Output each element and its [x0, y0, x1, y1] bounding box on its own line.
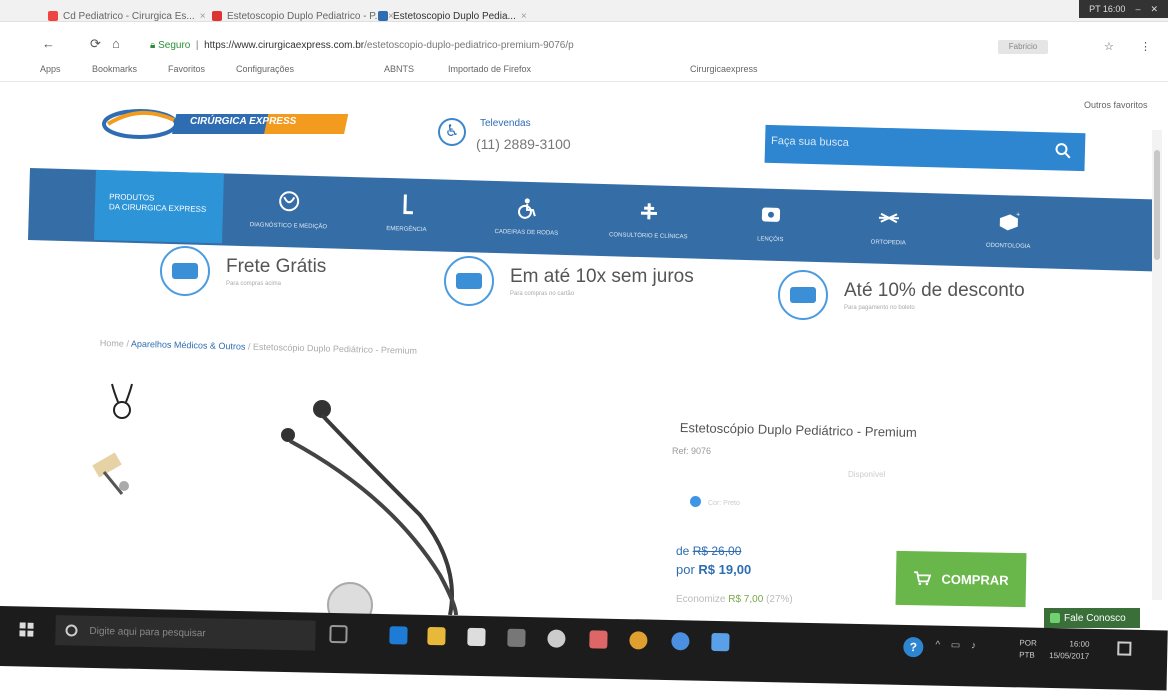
close-window-icon[interactable]: ✕: [1150, 4, 1158, 15]
box-icon: +: [999, 212, 1020, 231]
nav-item-ortopedia[interactable]: Ortopedia: [828, 190, 950, 263]
browser-tab[interactable]: Cd Pediatrico - Cirurgica Es... ×: [48, 6, 206, 26]
browser-tab-strip: Cd Pediatrico - Cirurgica Es... × Esteto…: [0, 0, 1168, 22]
chrome-icon[interactable]: [629, 631, 648, 650]
task-view-icon[interactable]: [329, 624, 348, 644]
app-icon[interactable]: [589, 630, 608, 649]
star-icon[interactable]: ☆: [1104, 40, 1114, 53]
windows-start-icon[interactable]: [19, 622, 34, 637]
nav-item-odontologia[interactable]: + Odontologia: [948, 194, 1070, 267]
profile-button[interactable]: Fabricio: [998, 40, 1048, 54]
taskbar-search[interactable]: Digite aqui para pesquisar: [55, 615, 316, 651]
buy-button[interactable]: COMPRAR: [895, 550, 1027, 608]
edge-icon[interactable]: [389, 626, 408, 645]
truck-icon: [160, 246, 210, 296]
bookmark-item[interactable]: Bookmarks: [92, 64, 137, 74]
accessibility-icon: ♿︎: [438, 118, 466, 146]
windows-taskbar: Digite aqui para pesquisar ? ^ ▭ ♪ POR P…: [0, 606, 1168, 691]
product-title: Estetoscópio Duplo Pediátrico - Premium: [679, 420, 917, 440]
app-icon[interactable]: [671, 632, 690, 651]
system-tray-icons[interactable]: ^ ▭ ♪: [935, 640, 980, 652]
breadcrumb: Home / Aparelhos Médicos & Outros / Este…: [99, 338, 418, 356]
bookmark-item[interactable]: Cirurgicaexpress: [690, 64, 758, 74]
scrollbar-thumb[interactable]: [1154, 150, 1160, 260]
taskbar-clock[interactable]: 16:00 15/05/2017: [1049, 638, 1090, 663]
hp-icon[interactable]: [547, 629, 566, 648]
price-new: por R$ 19,00: [676, 562, 752, 577]
home-icon[interactable]: ⌂: [112, 36, 120, 51]
breadcrumb-current: Estetoscópio Duplo Pediátrico - Premium: [252, 341, 418, 356]
search-icon[interactable]: [1055, 142, 1071, 159]
availability-text: Disponível: [848, 470, 886, 479]
close-icon[interactable]: ×: [521, 11, 527, 22]
search-bar: [764, 124, 1086, 172]
breadcrumb-home[interactable]: Home: [100, 338, 124, 349]
exam-table-icon: [640, 203, 658, 220]
sheet-icon: [761, 207, 781, 222]
chat-icon: [1050, 613, 1060, 623]
phone-number[interactable]: (11) 2889-3100: [476, 136, 571, 152]
nav-item-consultorio[interactable]: Consultório e Clínicas: [588, 184, 710, 257]
language-indicator[interactable]: POR PTB: [1019, 637, 1037, 661]
close-icon[interactable]: ×: [200, 11, 206, 22]
stethoscope-icon: [279, 191, 300, 212]
color-option[interactable]: [690, 496, 701, 507]
window-controls[interactable]: PT 16:00 – ✕: [1079, 0, 1168, 18]
nav-item-diagnostico[interactable]: Diagnóstico e Medição: [228, 174, 350, 247]
color-label: Cor: Preto: [708, 500, 740, 507]
wheelchair-icon: [517, 198, 536, 219]
nav-item-cadeiras[interactable]: Cadeiras de Rodas: [466, 180, 588, 253]
product-ref: Ref: 9076: [672, 446, 712, 456]
site-favicon-icon: [212, 11, 222, 21]
benefit-parcelamento: Em até 10x sem juros Para compras no car…: [444, 256, 694, 306]
benefit-frete: Frete Grátis Para compras acima: [160, 246, 326, 296]
price-old: de R$ 26,00: [676, 544, 742, 558]
bookmark-item[interactable]: Importado de Firefox: [448, 64, 531, 74]
site-favicon-icon: [48, 11, 58, 21]
economy-text: Economize R$ 7,00 (27%): [676, 594, 793, 605]
back-icon[interactable]: ←: [42, 36, 55, 51]
search-input[interactable]: [770, 134, 1042, 155]
credit-card-icon: [444, 256, 494, 306]
page-scrollbar[interactable]: [1152, 130, 1162, 600]
help-icon[interactable]: ?: [903, 636, 924, 658]
cortana-icon: [65, 624, 78, 637]
bookmark-item[interactable]: Favoritos: [168, 64, 205, 74]
bookmark-item[interactable]: Configurações: [236, 64, 294, 74]
menu-icon[interactable]: ⋮: [1140, 40, 1151, 53]
store-icon[interactable]: [467, 627, 486, 647]
svg-text:+: +: [1016, 212, 1020, 219]
cart-icon: [914, 571, 932, 586]
bookmark-item[interactable]: ABNTS: [384, 64, 414, 74]
bed-icon: [878, 212, 899, 224]
file-explorer-icon[interactable]: [427, 626, 446, 646]
site-favicon-icon: [378, 11, 388, 21]
address-bar[interactable]: 🔒︎ Seguro | https://www.cirurgicaexpress…: [150, 40, 930, 51]
barcode-icon: [778, 270, 828, 320]
notifications-icon[interactable]: [1117, 641, 1132, 656]
chat-widget[interactable]: Fale Conosco: [1044, 608, 1140, 628]
nav-all-products[interactable]: PRODUTOS DA CIRURGICA EXPRESS: [94, 169, 224, 244]
minimize-icon[interactable]: –: [1135, 4, 1140, 14]
benefit-desconto: Até 10% de desconto Para pagamento no bo…: [778, 270, 1025, 320]
browser-tab[interactable]: Estetoscopio Duplo Pediatrico - P... ×: [212, 6, 394, 26]
bookmark-apps[interactable]: Apps: [40, 64, 61, 74]
product-thumbnail[interactable]: [88, 450, 138, 500]
logo-text: CIRÚRGICA EXPRESS: [190, 116, 297, 127]
app-icon[interactable]: [507, 628, 526, 648]
phone-label: Televendas: [480, 118, 531, 129]
nav-item-lencois[interactable]: Lençóis: [710, 187, 832, 260]
crutch-icon: [403, 194, 413, 215]
nav-item-emergencia[interactable]: Emergência: [346, 177, 468, 250]
reload-icon[interactable]: ⟳: [90, 36, 101, 52]
browser-tab-active[interactable]: Estetoscopio Duplo Pedia... ×: [378, 6, 527, 26]
app-icon[interactable]: [711, 632, 730, 652]
breadcrumb-category[interactable]: Aparelhos Médicos & Outros: [131, 339, 246, 352]
product-image[interactable]: [260, 395, 500, 615]
product-thumbnail[interactable]: [106, 382, 136, 422]
bookmark-other[interactable]: Outros favoritos: [1084, 100, 1148, 110]
lock-icon: 🔒︎: [150, 40, 156, 51]
